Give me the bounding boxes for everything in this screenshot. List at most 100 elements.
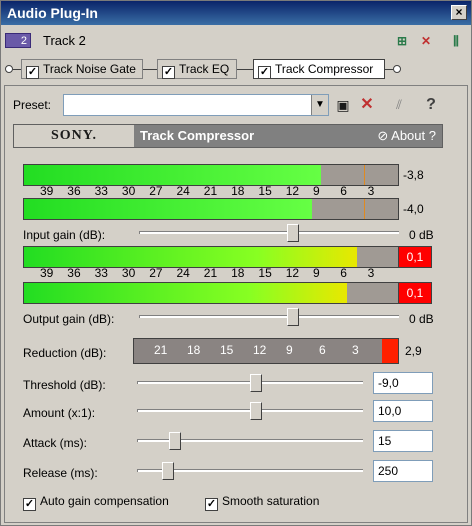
amount-thumb[interactable] [250,402,262,420]
scale-tick-label: 21 [203,266,218,280]
chevron-down-icon[interactable]: ▼ [311,95,328,115]
scale-tick-label: 33 [94,184,108,198]
threshold-label: Threshold (dB): [23,378,106,392]
scale-tick-label: 18 [231,184,245,198]
noise-gate-checkbox[interactable]: ✓ [26,66,39,79]
mixer-icon[interactable]: ⫼ [447,34,465,50]
input-gain-value: 0 dB [409,228,434,242]
attack-slider[interactable] [137,430,363,452]
scale-tick-label: 36 [67,266,81,280]
chain-item-compressor[interactable]: ✓ Track Compressor [253,59,385,79]
smooth-saturation-option[interactable]: ✓ Smooth saturation [205,494,319,511]
scale-tick-label: 36 [67,184,81,198]
output-meter-scale: 39 36 33 30 27 24 21 18 15 12 9 6 3 [23,266,399,280]
plugin-chain: ✓ Track Noise Gate ✓ Track EQ ✓ Track Compr… [1,57,471,81]
reduction-tick-label: 21 [154,343,168,357]
threshold-input[interactable]: -9,0 [373,372,433,394]
input-gain-thumb[interactable] [287,224,299,242]
input-level-right: -4,0 [403,202,424,216]
input-meter-right-fill [24,199,312,219]
scale-tick-label: 39 [40,184,54,198]
close-button[interactable]: × [451,5,467,20]
output-gain-slider[interactable] [139,306,399,328]
scale-tick-label: 15 [258,266,272,280]
track-name: Track 2 [43,33,86,48]
scale-tick-label: 6 [340,266,347,280]
delete-icon[interactable]: ✕ [357,95,377,115]
amount-label: Amount (x:1): [23,406,96,420]
input-gain-label: Input gain (dB): [23,228,106,242]
eq-checkbox[interactable]: ✓ [162,66,175,79]
reduction-meter: 21 18 15 12 9 6 3 [133,338,399,364]
output-clip-right[interactable]: 0,1 [398,282,432,304]
chain-item-noise-gate[interactable]: ✓ Track Noise Gate [21,59,143,79]
input-meter-left-peak [364,165,365,185]
scale-tick-label: 30 [121,266,136,280]
plugin-name: Track Compressor [140,128,255,143]
scale-tick-label: 33 [94,266,108,280]
scale-tick-label: 12 [285,184,300,198]
track-number-badge: 2 [5,33,31,48]
smooth-saturation-checkbox[interactable]: ✓ [205,498,218,511]
release-slider[interactable] [137,460,363,482]
output-meter-right-fill [24,283,347,303]
release-input[interactable]: 250 [373,460,433,482]
no-entry-icon: ⊘ [377,128,389,143]
threshold-thumb[interactable] [250,374,262,392]
scale-tick-label: 39 [40,266,54,280]
chain-start-dot [5,65,13,73]
scale-tick-label: 27 [149,266,163,280]
output-gain-value: 0 dB [409,312,434,326]
reduction-tick-label: 12 [253,343,267,357]
compressor-checkbox[interactable]: ✓ [258,66,271,79]
scale-tick-label: 12 [285,266,300,280]
save-icon[interactable]: ▣ [333,95,353,115]
auto-gain-option[interactable]: ✓ Auto gain compensation [23,494,169,511]
auto-gain-checkbox[interactable]: ✓ [23,498,36,511]
scale-tick-label: 3 [367,184,375,198]
plugin-chain-icon[interactable]: ⊞ [393,34,411,50]
reduction-tick-label: 15 [220,343,234,357]
release-thumb[interactable] [162,462,174,480]
remove-plugin-icon[interactable]: ✕ [417,34,435,50]
input-gain-slider[interactable] [139,222,399,244]
input-meter-right [23,198,399,220]
scale-tick-label: 9 [313,266,320,280]
reduction-label: Reduction (dB): [23,346,107,360]
window-title: Audio Plug-In [7,5,98,21]
output-gain-label: Output gain (dB): [23,312,115,326]
output-meter-left-fill [24,247,357,267]
threshold-slider[interactable] [137,372,363,394]
about-button[interactable]: ⊘ About ? [377,128,436,144]
scale-tick-label: 3 [367,266,375,280]
attack-input[interactable]: 15 [373,430,433,452]
preset-label: Preset: [13,98,52,112]
scale-tick-label: 21 [203,184,218,198]
plugin-panel: Preset: ▼ ▣ ✕ ⫽ ? SONY. Track Compressor… [4,85,468,523]
track-row: 2 Track 2 ⊞ ✕ ⫼ [1,27,471,57]
output-gain-thumb[interactable] [287,308,299,326]
reduction-tick-label: 9 [286,343,293,357]
preset-dropdown[interactable]: ▼ [63,94,329,116]
help-icon[interactable]: ? [421,95,441,115]
attack-label: Attack (ms): [23,436,88,450]
scale-tick-label: 24 [176,266,190,280]
reduction-meter-fill [382,339,398,363]
output-clip-left[interactable]: 0,1 [398,246,432,268]
scale-tick-label: 6 [340,184,347,198]
input-meter-left-fill [24,165,321,185]
output-meter-right [23,282,399,304]
attack-thumb[interactable] [169,432,181,450]
reduction-tick-label: 3 [352,343,359,357]
plugin-header: SONY. Track Compressor ⊘ About ? [13,124,443,148]
input-meter-left [23,164,399,186]
amount-input[interactable]: 10,0 [373,400,433,422]
plugin-window: Audio Plug-In × 2 Track 2 ⊞ ✕ ⫼ ✓ Track N… [0,0,472,526]
chain-item-eq[interactable]: ✓ Track EQ [157,59,237,79]
bypass-icon[interactable]: ⫽ [389,95,409,115]
input-meter-right-peak [364,199,365,219]
chain-end-dot [393,65,401,73]
amount-slider[interactable] [137,400,363,422]
title-bar: Audio Plug-In × [1,1,471,25]
scale-tick-label: 30 [121,184,136,198]
